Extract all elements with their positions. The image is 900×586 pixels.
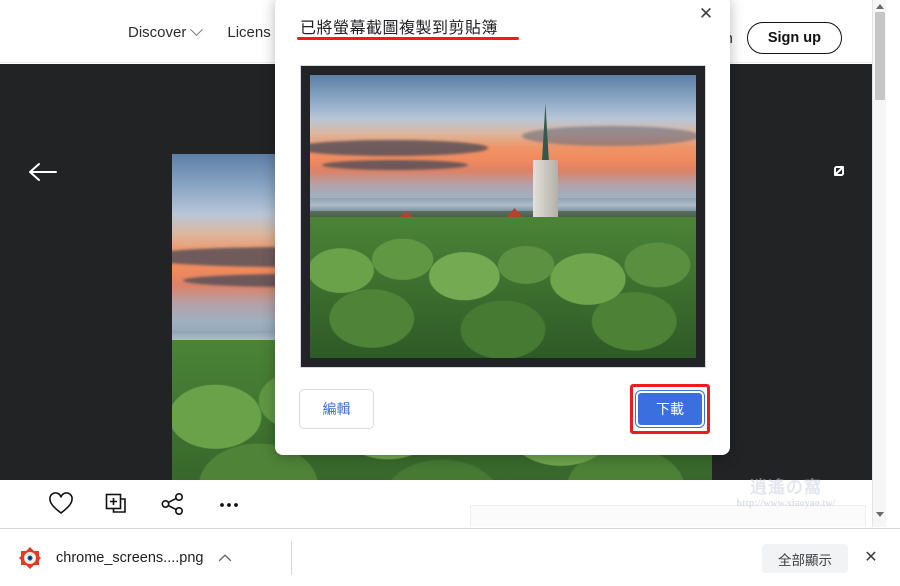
related-panel — [470, 505, 866, 527]
expand-icon[interactable] — [824, 156, 854, 186]
chevron-up-icon[interactable] — [218, 553, 232, 563]
scroll-down-arrow-icon[interactable] — [876, 512, 884, 517]
download-button-annotation: 下載 — [630, 384, 710, 434]
screenshot-preview[interactable] — [300, 65, 706, 368]
primary-nav: Discover Licens — [128, 23, 271, 41]
screenshot-dialog: 已將螢幕截圖複製到剪貼簿 ✕ 編輯 下載 — [275, 0, 730, 455]
chevron-down-icon — [190, 23, 204, 37]
download-bar-divider — [291, 541, 292, 575]
add-to-collection-icon[interactable] — [104, 492, 130, 516]
download-file-name: chrome_screens....png — [56, 550, 204, 566]
back-arrow-icon[interactable] — [28, 160, 58, 184]
nav-discover-label: Discover — [128, 24, 187, 41]
scroll-up-arrow-icon[interactable] — [876, 4, 884, 9]
image-file-icon — [19, 547, 41, 569]
signup-button[interactable]: Sign up — [746, 22, 842, 54]
more-options-icon[interactable] — [216, 492, 242, 516]
like-icon[interactable] — [48, 492, 74, 516]
watermark-logo: 逍遙の窩 — [750, 478, 822, 497]
close-icon[interactable]: ✕ — [858, 545, 884, 571]
edit-button[interactable]: 編輯 — [299, 389, 374, 429]
scrollbar-thumb[interactable] — [875, 12, 885, 100]
close-icon[interactable]: ✕ — [694, 2, 718, 26]
page-scrollbar[interactable] — [872, 0, 886, 527]
dialog-actions: 編輯 下載 — [275, 384, 730, 442]
dialog-title: 已將螢幕截圖複製到剪貼簿 — [300, 20, 499, 37]
nav-item-license[interactable]: Licens — [227, 24, 270, 41]
download-button[interactable]: 下載 — [636, 391, 704, 427]
download-bar: chrome_screens....png 全部顯示 ✕ — [0, 528, 900, 586]
title-underline-annotation — [297, 37, 519, 40]
preview-image — [310, 75, 696, 358]
browser-page: Discover Licens in Sign up — [0, 0, 886, 527]
show-all-button[interactable]: 全部顯示 — [762, 544, 848, 573]
share-icon[interactable] — [160, 492, 186, 516]
nav-item-discover[interactable]: Discover — [128, 23, 204, 41]
account-nav: in Sign up — [721, 22, 842, 54]
download-item[interactable]: chrome_screens....png — [18, 539, 232, 577]
nav-license-label: Licens — [227, 24, 271, 41]
photo-actions — [18, 482, 432, 526]
